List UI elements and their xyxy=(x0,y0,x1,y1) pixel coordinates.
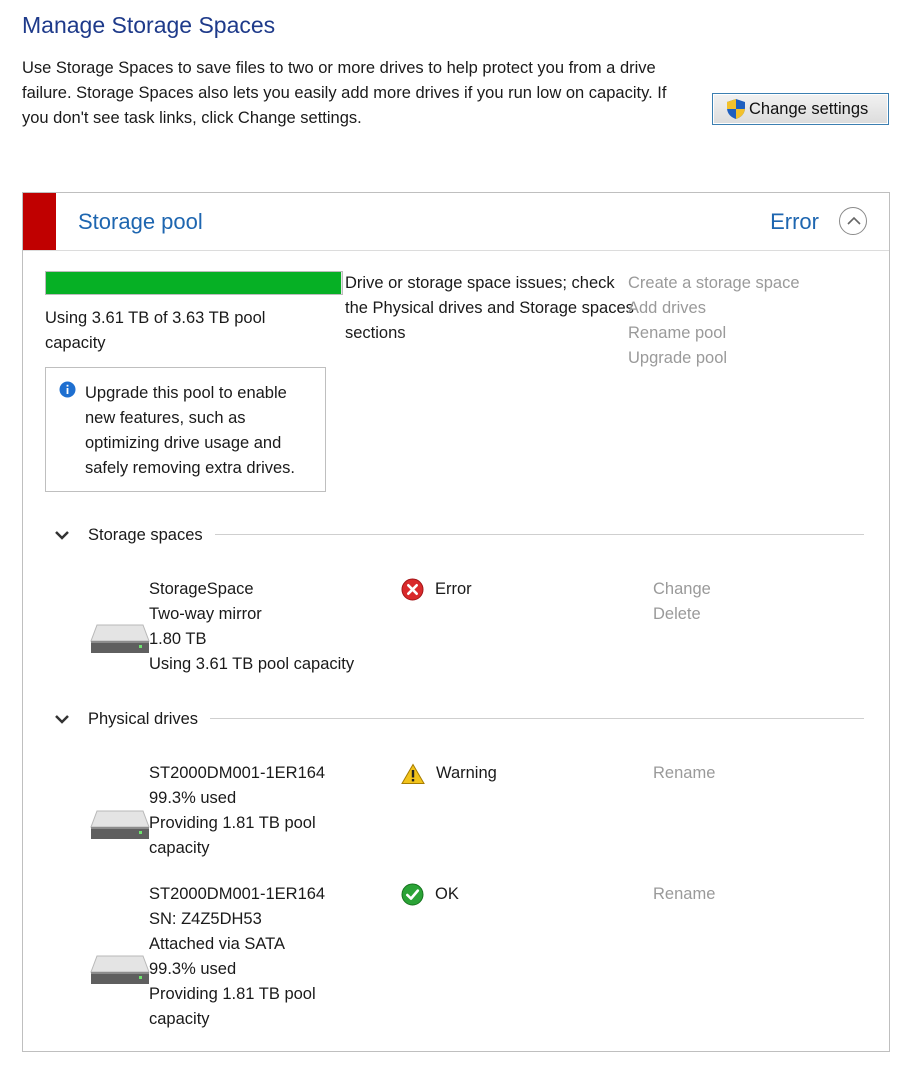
storage-space-actions: Change Delete xyxy=(653,577,711,627)
storage-space-name: StorageSpace xyxy=(149,580,254,598)
storage-space-status-label: Error xyxy=(435,580,472,598)
physical-drive-details: ST2000DM001-1ER164 SN: Z4Z5DH53 Attached… xyxy=(149,882,379,1032)
storage-space-status: Error xyxy=(401,577,472,602)
storage-pool-panel: Storage pool Error Using 3.61 TB of 3.63… xyxy=(22,192,890,1052)
change-settings-label: Change settings xyxy=(749,99,869,118)
warning-icon xyxy=(401,763,425,784)
rename-link[interactable]: Rename xyxy=(653,761,715,786)
pool-capacity-bar xyxy=(45,271,343,295)
shield-icon xyxy=(727,99,745,119)
physical-drive-status: OK xyxy=(401,882,459,907)
drive-icon xyxy=(90,624,150,653)
storage-pool-header: Storage pool Error xyxy=(23,193,889,251)
rename-pool-link[interactable]: Rename pool xyxy=(628,321,800,346)
drive-serial: SN: Z4Z5DH53 xyxy=(149,910,262,928)
drive-icon xyxy=(90,810,150,839)
upgrade-pool-link[interactable]: Upgrade pool xyxy=(628,346,800,371)
physical-drive-actions: Rename xyxy=(653,882,715,907)
delete-link[interactable]: Delete xyxy=(653,602,711,627)
physical-drive-actions: Rename xyxy=(653,761,715,786)
storage-pool-status: Error xyxy=(770,209,819,234)
physical-drives-toggle[interactable]: Physical drives xyxy=(53,706,198,732)
drive-capacity: Providing 1.81 TB pool capacity xyxy=(149,985,316,1028)
storage-space-size: 1.80 TB xyxy=(149,630,207,648)
error-icon xyxy=(401,578,424,601)
rename-link[interactable]: Rename xyxy=(653,882,715,907)
add-drives-link[interactable]: Add drives xyxy=(628,296,800,321)
drive-connection: Attached via SATA xyxy=(149,935,286,953)
physical-drive-details: ST2000DM001-1ER164 99.3% used Providing … xyxy=(149,761,379,861)
drive-model: ST2000DM001-1ER164 xyxy=(149,764,326,782)
section-divider xyxy=(215,534,864,535)
pool-usage-text: Using 3.61 TB of 3.63 TB pool capacity xyxy=(45,309,266,352)
physical-drive-status: Warning xyxy=(401,761,497,786)
drive-icon xyxy=(90,955,150,984)
drive-used: 99.3% used xyxy=(149,789,237,807)
physical-drive-status-label: Warning xyxy=(436,764,497,782)
create-storage-space-link[interactable]: Create a storage space xyxy=(628,271,800,296)
drive-used: 99.3% used xyxy=(149,960,237,978)
info-icon xyxy=(59,381,76,398)
physical-drives-heading: Physical drives xyxy=(88,709,199,728)
storage-space-details: StorageSpace Two-way mirror 1.80 TB Usin… xyxy=(149,577,354,677)
page-title: Manage Storage Spaces xyxy=(22,12,276,38)
chevron-down-icon xyxy=(55,531,69,540)
drive-capacity: Providing 1.81 TB pool capacity xyxy=(149,814,316,857)
pool-capacity-fill xyxy=(46,272,341,294)
storage-pool-title: Storage pool xyxy=(78,209,203,234)
chevron-down-icon xyxy=(55,715,69,724)
section-divider xyxy=(210,718,864,719)
storage-space-resiliency: Two-way mirror xyxy=(149,605,262,623)
upgrade-info-box: Upgrade this pool to enable new features… xyxy=(45,367,326,492)
pool-issue-text: Drive or storage space issues; check the… xyxy=(345,274,634,342)
storage-spaces-heading: Storage spaces xyxy=(88,525,203,544)
error-status-bar xyxy=(23,193,56,250)
change-link[interactable]: Change xyxy=(653,577,711,602)
change-settings-button[interactable]: Change settings xyxy=(712,93,889,125)
pool-task-links: Create a storage space Add drives Rename… xyxy=(628,271,800,371)
physical-drive-status-label: OK xyxy=(435,885,459,903)
intro-text: Use Storage Spaces to save files to two … xyxy=(22,59,667,127)
collapse-button[interactable] xyxy=(839,207,867,235)
drive-model: ST2000DM001-1ER164 xyxy=(149,885,326,903)
storage-spaces-toggle[interactable]: Storage spaces xyxy=(53,522,203,548)
chevron-up-icon xyxy=(847,216,861,225)
upgrade-info-text: Upgrade this pool to enable new features… xyxy=(85,384,295,477)
ok-icon xyxy=(401,883,424,906)
storage-space-usage: Using 3.61 TB pool capacity xyxy=(149,655,355,673)
